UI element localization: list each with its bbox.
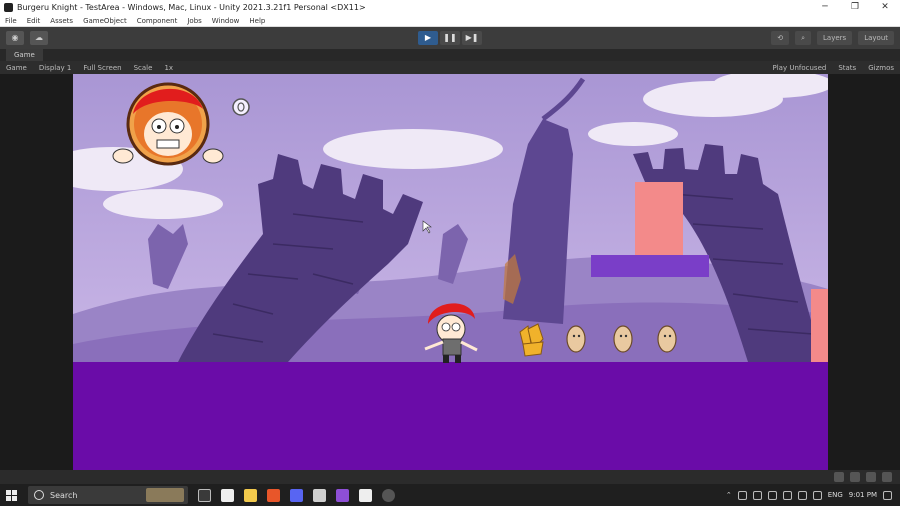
pink-block [635, 182, 683, 255]
scale-label: Scale [133, 63, 153, 72]
status-strip [0, 470, 900, 484]
search-icon[interactable]: ⌕ [795, 31, 812, 45]
search-highlight-image [146, 488, 184, 502]
security-icon[interactable] [752, 490, 762, 500]
cloud-sync-icon[interactable] [866, 472, 876, 482]
monitor-icon[interactable] [782, 490, 792, 500]
game-scene [73, 74, 828, 470]
unity-logo-icon [4, 3, 13, 12]
menu-component[interactable]: Component [132, 17, 183, 25]
file-icon[interactable] [221, 488, 234, 502]
floating-platform [591, 255, 709, 277]
pink-wall-block [811, 289, 828, 362]
play-controls: ▶ ❚❚ ▶❚ [418, 31, 482, 45]
menu-file[interactable]: File [0, 17, 22, 25]
ground [73, 362, 828, 470]
language-indicator[interactable]: ENG [828, 491, 843, 499]
history-icon[interactable]: ⟲ [771, 31, 790, 45]
menu-help[interactable]: Help [244, 17, 270, 25]
folder-icon[interactable] [244, 488, 257, 502]
discord-icon[interactable] [290, 488, 303, 502]
chevron-up-icon[interactable]: ⌃ [726, 491, 732, 499]
play-button[interactable]: ▶ [418, 31, 438, 45]
windows-taskbar: Search ⌃ ENG 9:01 PM [0, 484, 900, 506]
visual-studio-icon[interactable] [336, 488, 349, 502]
taskbar-search[interactable]: Search [28, 486, 188, 504]
menu-gameobject[interactable]: GameObject [78, 17, 132, 25]
pause-button[interactable]: ❚❚ [440, 31, 460, 45]
steam-icon[interactable] [737, 490, 747, 500]
stats-button[interactable]: Stats [832, 64, 862, 72]
start-button[interactable] [0, 484, 22, 506]
cloud-icon[interactable]: ☁ [30, 31, 48, 45]
display-dropdown[interactable]: Display 1 [33, 64, 77, 72]
account-icon[interactable]: ◉ [6, 31, 24, 45]
task-view-icon[interactable] [198, 488, 211, 502]
close-button[interactable]: ✕ [870, 0, 900, 15]
tab-game[interactable]: Game [6, 49, 43, 61]
layout-dropdown[interactable]: Layout [858, 31, 894, 45]
notification-center-icon[interactable] [883, 490, 892, 500]
menu-jobs[interactable]: Jobs [182, 17, 206, 25]
pinned-apps [198, 488, 395, 502]
main-toolbar: ◉ ☁ ▶ ❚❚ ▶❚ ⟲ ⌕ Layers Layout [0, 27, 900, 49]
volume-icon[interactable] [797, 490, 807, 500]
viewport-gutter-left [0, 74, 73, 470]
window-titlebar: Burgeru Knight - TestArea - Windows, Mac… [0, 0, 900, 15]
layers-dropdown[interactable]: Layers [817, 31, 853, 45]
aspect-dropdown[interactable]: Full Screen [77, 64, 127, 72]
bug-icon[interactable] [850, 472, 860, 482]
network-icon[interactable] [767, 490, 777, 500]
notification-icon[interactable] [834, 472, 844, 482]
search-icon [34, 490, 44, 500]
maximize-button[interactable]: ❐ [840, 0, 870, 15]
system-tray: ⌃ ENG 9:01 PM [726, 484, 900, 506]
menu-edit[interactable]: Edit [22, 17, 46, 25]
unity-icon[interactable] [313, 488, 326, 502]
menu-assets[interactable]: Assets [45, 17, 78, 25]
obs-icon[interactable] [382, 488, 395, 502]
play-mode-dropdown[interactable]: Play Unfocused [767, 64, 833, 72]
tab-bar: Game [0, 49, 900, 61]
gizmos-button[interactable]: Gizmos [862, 64, 900, 72]
game-mode-dropdown[interactable]: Game [0, 64, 33, 72]
game-view-toolbar: Game Display 1 Full Screen Scale 1x Play… [0, 61, 900, 74]
brave-icon[interactable] [267, 488, 280, 502]
notes-icon[interactable] [359, 488, 372, 502]
menu-bar: File Edit Assets GameObject Component Jo… [0, 15, 900, 27]
step-button[interactable]: ▶❚ [462, 31, 482, 45]
viewport-gutter-right [828, 74, 900, 470]
minimize-button[interactable]: ─ [810, 0, 840, 15]
scale-value[interactable]: 1x [158, 64, 179, 72]
settings-icon[interactable] [882, 472, 892, 482]
taskbar-clock[interactable]: 9:01 PM [849, 491, 877, 499]
game-viewport[interactable] [73, 74, 828, 470]
search-placeholder: Search [50, 490, 78, 500]
menu-window[interactable]: Window [207, 17, 245, 25]
coin-counter-icon [232, 98, 250, 116]
pen-icon[interactable] [812, 490, 822, 500]
window-controls: ─ ❐ ✕ [810, 0, 900, 15]
window-title: Burgeru Knight - TestArea - Windows, Mac… [17, 3, 366, 12]
